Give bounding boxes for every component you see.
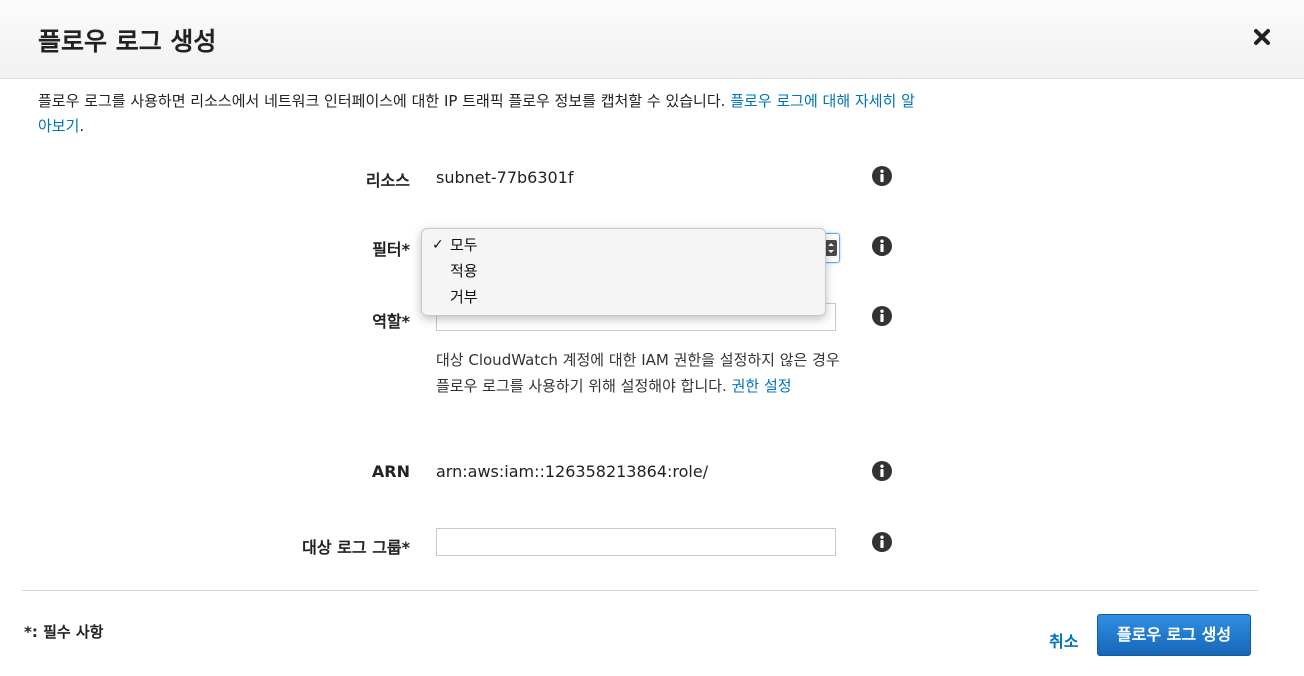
arn-label: ARN	[371, 462, 410, 481]
info-icon[interactable]	[871, 531, 893, 553]
cancel-button[interactable]: 취소	[1049, 628, 1078, 652]
role-help-text: 대상 CloudWatch 계정에 대한 IAM 권한을 설정하지 않은 경우 …	[436, 351, 840, 395]
checkmark-icon: ✓	[432, 237, 444, 253]
filter-option-all[interactable]: 모두	[450, 234, 478, 255]
dialog-title: 플로우 로그 생성	[38, 27, 217, 56]
log-group-label: 대상 로그 그룹*	[302, 538, 410, 557]
info-icon[interactable]	[871, 235, 893, 257]
close-icon[interactable]	[1249, 24, 1275, 50]
create-flow-log-button[interactable]: 플로우 로그 생성	[1097, 614, 1251, 656]
footer-divider	[22, 590, 1258, 591]
resource-label: 리소스	[365, 171, 410, 190]
required-note: *: 필수 사항	[24, 623, 104, 641]
filter-option-reject[interactable]: 거부	[450, 286, 478, 307]
info-icon[interactable]	[871, 460, 893, 482]
filter-dropdown-menu: ✓ 모두 적용 거부	[421, 228, 826, 316]
filter-option-accept[interactable]: 적용	[450, 260, 478, 281]
resource-value: subnet-77b6301f	[436, 168, 574, 187]
set-permissions-link[interactable]: 권한 설정	[732, 377, 792, 395]
filter-label: 필터*	[372, 240, 410, 259]
info-icon[interactable]	[871, 165, 893, 187]
arn-value: arn:aws:iam::126358213864:role/	[436, 462, 709, 481]
role-label: 역할*	[372, 312, 410, 331]
info-icon[interactable]	[871, 305, 893, 327]
dialog-header: 플로우 로그 생성	[0, 0, 1304, 79]
log-group-field[interactable]	[436, 528, 836, 556]
dialog-description: 플로우 로그를 사용하면 리소스에서 네트워크 인터페이스에 대한 IP 트래픽…	[38, 92, 915, 135]
select-arrow-icon	[825, 240, 837, 256]
